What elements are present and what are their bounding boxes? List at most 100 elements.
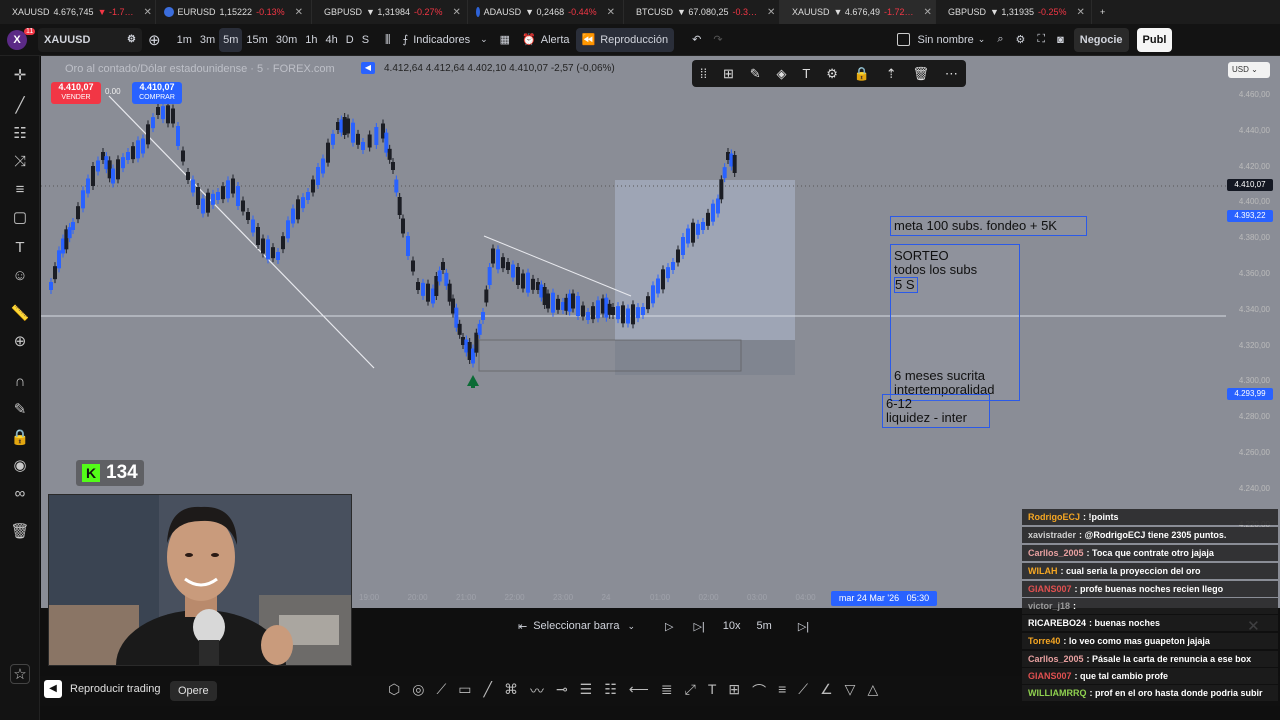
interval-S[interactable]: S	[358, 28, 373, 52]
text-icon[interactable]: T	[10, 238, 30, 258]
close-tab-icon[interactable]: ✕	[767, 7, 775, 18]
speed-button[interactable]: 10x	[717, 614, 747, 638]
replay-trading-toggle[interactable]: ◀ Reproducir trading	[44, 680, 161, 698]
node-icon[interactable]: ⌘	[504, 681, 518, 701]
eye-icon[interactable]: ◉	[10, 456, 30, 476]
undo-icon[interactable]: ↶	[686, 28, 707, 52]
close-tab-icon[interactable]: ✕	[453, 7, 461, 18]
table-icon[interactable]: ⊞	[728, 681, 740, 701]
templates-icon[interactable]: ▦	[494, 28, 516, 52]
settings-icon[interactable]: ⚙	[1010, 28, 1032, 52]
close-tab-icon[interactable]: ✕	[923, 7, 931, 18]
shapes-icon[interactable]: ▢	[10, 208, 30, 228]
crosshair-icon[interactable]: ✛	[10, 66, 30, 86]
trend-line-icon[interactable]: ╱	[10, 96, 30, 116]
zoom-icon[interactable]: ⊕	[10, 332, 30, 352]
fib-icon[interactable]: ☷	[10, 124, 30, 144]
publish-button[interactable]: Publ	[1136, 27, 1173, 52]
magnet-icon[interactable]: ∩	[10, 372, 30, 392]
interval-1h[interactable]: 1h	[301, 28, 321, 52]
lock-icon[interactable]: 🔒	[854, 66, 870, 82]
line-icon[interactable]: ╱	[484, 681, 492, 701]
interval-3m[interactable]: 3m	[196, 28, 219, 52]
close-tab-icon[interactable]: ✕	[295, 7, 303, 18]
grid-icon[interactable]: ☷	[604, 681, 617, 701]
browser-tab[interactable]: GBPUSD ▼ 1,31935 -0.25% ✕	[936, 0, 1092, 24]
arrow-left-icon[interactable]: ⟵	[629, 681, 649, 701]
candle-type-icon[interactable]: ⫴	[379, 28, 396, 52]
forecast-icon[interactable]: ≡	[10, 180, 30, 200]
layers-icon[interactable]: ≣	[661, 681, 673, 701]
link-icon[interactable]: ∞	[10, 484, 30, 504]
jump-to-realtime-icon[interactable]: ▷|	[792, 614, 815, 638]
angle-icon[interactable]: ∠	[820, 681, 833, 701]
template-icon[interactable]: ⊞	[723, 66, 734, 82]
text-color-icon[interactable]: T	[802, 66, 810, 81]
trade-button[interactable]: Negocie	[1073, 27, 1129, 52]
browser-tab[interactable]: XAUUSD ▼ 4.676,49 -1.72… ✕	[780, 0, 936, 24]
brush-icon[interactable]: ⟋	[436, 681, 446, 701]
trash-icon[interactable]: 🗑	[10, 522, 30, 542]
arrow-down-icon[interactable]: ▽	[845, 681, 856, 701]
delete-icon[interactable]: 🗑	[913, 66, 930, 82]
currency-selector[interactable]: USD ⌄	[1228, 62, 1270, 78]
layout-button[interactable]: Sin nombre ⌄	[891, 28, 992, 52]
redo-icon[interactable]: ↷	[707, 28, 728, 52]
text-icon[interactable]: T	[708, 681, 717, 701]
play-icon[interactable]: ▷	[659, 614, 679, 638]
ray-icon[interactable]: ⟋	[798, 681, 808, 701]
lasso-icon[interactable]: ⬡	[388, 681, 400, 701]
close-tab-icon[interactable]: ✕	[607, 7, 615, 18]
arrow-up-icon[interactable]: △	[867, 681, 878, 701]
move-icon[interactable]: ⇡	[886, 66, 897, 82]
camera-icon[interactable]: ◙	[1051, 28, 1070, 52]
replay-button[interactable]: ⏪ Reproducción	[575, 27, 675, 52]
interval-D[interactable]: D	[342, 28, 358, 52]
lines-icon[interactable]: ≡	[778, 681, 786, 701]
add-symbol-icon[interactable]: ⊕	[142, 28, 167, 52]
curve-icon[interactable]: ⌒	[752, 681, 766, 701]
browser-tab[interactable]: GBPUSD ▼ 1,31984 -0.27% ✕	[312, 0, 468, 24]
line-color-icon[interactable]: ✎	[750, 66, 761, 82]
step-forward-icon[interactable]: ▷|	[687, 614, 710, 638]
operate-button[interactable]: Opere	[170, 681, 217, 701]
fill-color-icon[interactable]: ◈	[777, 66, 787, 82]
search-icon[interactable]: ⌕	[991, 28, 1009, 52]
lock-icon[interactable]: 🔒	[10, 428, 30, 448]
interval-1m[interactable]: 1m	[173, 28, 196, 52]
indicators-button[interactable]: ⨍ Indicadores ⌄	[397, 28, 494, 52]
more-icon[interactable]: ⋯	[945, 66, 958, 82]
settings-icon[interactable]: ⚙	[826, 66, 838, 82]
user-avatar[interactable]: X 11	[0, 27, 36, 52]
zigzag-icon[interactable]: 〰	[530, 681, 544, 701]
drag-handle-icon[interactable]: ⁞⁞	[700, 66, 707, 81]
pencil-lock-icon[interactable]: ✎	[10, 400, 30, 420]
alert-button[interactable]: ⏰ Alerta	[516, 28, 575, 52]
emoji-icon[interactable]: ☺	[10, 266, 30, 286]
interval-30m[interactable]: 30m	[272, 28, 301, 52]
new-tab-icon[interactable]: +	[1092, 0, 1113, 24]
browser-tab[interactable]: XAUUSD 4.676,745 ▼ -1.7… ✕	[0, 0, 156, 24]
goal-annotation[interactable]: meta 100 subs. fondeo + 5K	[890, 216, 1087, 236]
path-icon[interactable]: ⤢	[685, 681, 696, 701]
sell-button[interactable]: 4.410,07 VENDER	[51, 82, 101, 104]
interval-15m[interactable]: 15m	[242, 28, 271, 52]
liquidity-annotation[interactable]: 6-12 liquidez - inter	[882, 394, 990, 428]
browser-tab[interactable]: BTCUSD ▼ 67.080,25 -0.3… ✕	[624, 0, 780, 24]
fullscreen-icon[interactable]: ⛶	[1031, 28, 1051, 52]
hline-icon[interactable]: ⊸	[556, 681, 568, 701]
browser-tab[interactable]: EURUSD 1,15222 -0.13% ✕	[156, 0, 312, 24]
select-bar-button[interactable]: ⇤ Seleccionar barra ⌄	[512, 614, 641, 638]
pattern-icon[interactable]: ⤨	[10, 152, 30, 172]
interval-5m[interactable]: 5m	[219, 27, 243, 52]
close-tab-icon[interactable]: ✕	[143, 7, 151, 18]
close-tab-icon[interactable]: ✕	[1077, 7, 1085, 18]
list-icon[interactable]: ☰	[580, 681, 593, 701]
browser-tab[interactable]: ADAUSD ▼ 0,2468 -0.44% ✕	[468, 0, 624, 24]
rectangle-icon[interactable]: ▭	[458, 681, 471, 701]
raffle-annotation[interactable]: SORTEO todos los subs 5 S 6 meses sucrit…	[890, 244, 1020, 401]
ruler-icon[interactable]: 📏	[10, 304, 30, 324]
interval-4h[interactable]: 4h	[321, 28, 341, 52]
replay-interval-button[interactable]: 5m	[751, 614, 778, 638]
target-icon[interactable]: ◎	[412, 681, 424, 701]
